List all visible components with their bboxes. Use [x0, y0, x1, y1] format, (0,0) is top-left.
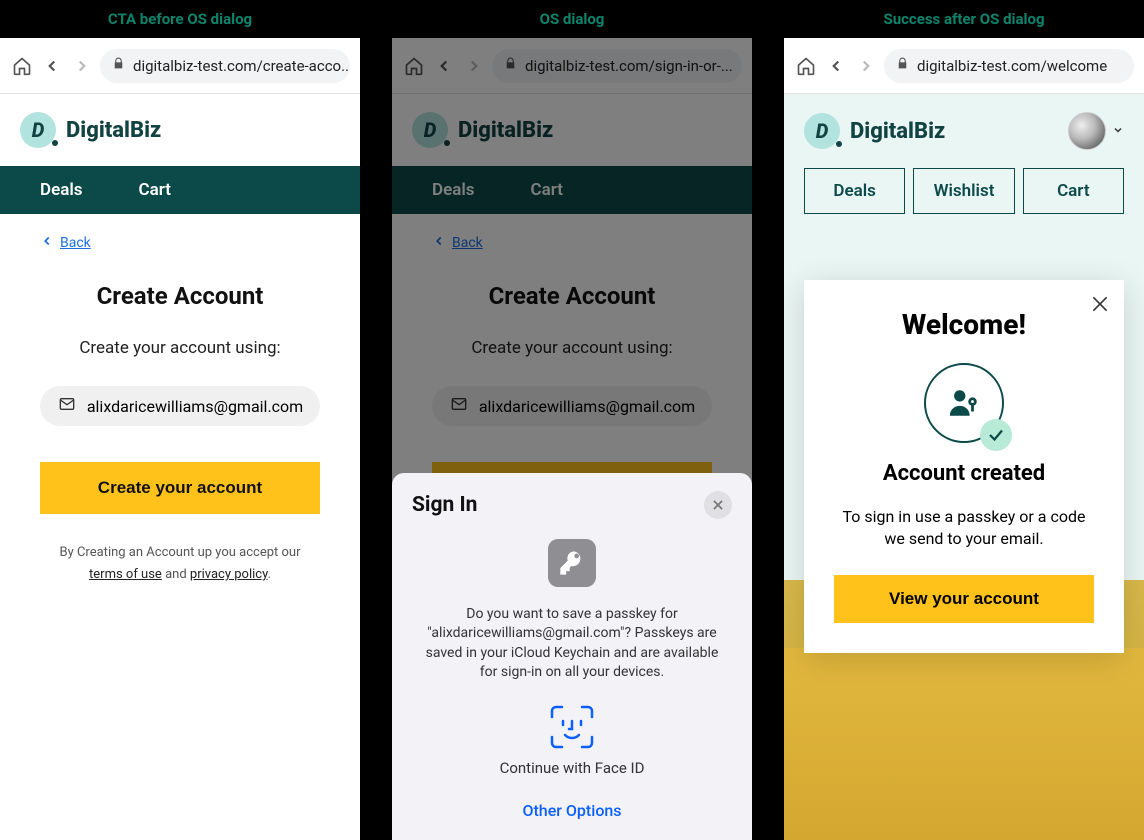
- page-title: Create Account: [40, 282, 320, 310]
- view-account-button[interactable]: View your account: [834, 575, 1094, 623]
- back-link[interactable]: Back: [40, 234, 320, 252]
- other-options-link[interactable]: Other Options: [412, 801, 732, 820]
- url-bar[interactable]: digitalbiz-test.com/create-acco...: [100, 49, 350, 83]
- lock-icon: [112, 57, 125, 74]
- email-text: alixdaricewilliams@gmail.com: [87, 397, 303, 416]
- brand[interactable]: D DigitalBiz: [804, 113, 945, 149]
- caption-s3: Success after OS dialog: [784, 0, 1144, 38]
- close-icon[interactable]: [1090, 294, 1110, 320]
- nav-bar: Deals Cart: [0, 166, 360, 214]
- dialog-body: Do you want to save a passkey for "alixd…: [412, 605, 732, 683]
- faceid-icon: [548, 703, 596, 751]
- url-bar[interactable]: digitalbiz-test.com/welcome: [884, 49, 1134, 83]
- brand-logo-icon: D: [804, 113, 840, 149]
- mail-icon: [57, 396, 77, 416]
- dialog-close-button[interactable]: [704, 491, 732, 519]
- nav-cart[interactable]: Cart: [139, 180, 172, 200]
- tab-deals[interactable]: Deals: [804, 168, 905, 214]
- welcome-card: Welcome! Account created To sign in use …: [804, 280, 1124, 653]
- chevron-left-icon: [40, 234, 54, 252]
- create-account-button[interactable]: Create your account: [40, 462, 320, 514]
- privacy-link[interactable]: privacy policy: [190, 567, 268, 582]
- email-pill: alixdaricewilliams@gmail.com: [40, 386, 320, 426]
- tab-cart[interactable]: Cart: [1023, 168, 1124, 214]
- back-label: Back: [60, 235, 91, 251]
- tab-bar: Deals Wishlist Cart: [784, 168, 1144, 214]
- account-menu[interactable]: [1068, 112, 1124, 150]
- avatar-icon: [1068, 112, 1106, 150]
- brand-name: DigitalBiz: [66, 118, 161, 143]
- back-icon[interactable]: [40, 54, 64, 78]
- brand[interactable]: D DigitalBiz: [20, 112, 161, 148]
- lock-icon: [896, 57, 909, 74]
- back-icon[interactable]: [824, 54, 848, 78]
- checkmark-icon: [980, 419, 1012, 451]
- brand-logo-icon: D: [20, 112, 56, 148]
- welcome-title: Welcome!: [834, 308, 1094, 341]
- app-header: D DigitalBiz: [0, 94, 360, 166]
- nav-deals[interactable]: Deals: [40, 180, 83, 200]
- url-text: digitalbiz-test.com/create-acco...: [133, 57, 350, 75]
- page-subtitle: Create your account using:: [40, 338, 320, 358]
- browser-bar: digitalbiz-test.com/create-acco...: [0, 38, 360, 94]
- home-icon[interactable]: [794, 54, 818, 78]
- welcome-body: To sign in use a passkey or a code we se…: [834, 506, 1094, 551]
- forward-icon[interactable]: [70, 54, 94, 78]
- caption-s1: CTA before OS dialog: [0, 0, 360, 38]
- chevron-down-icon: [1112, 124, 1124, 139]
- passkey-key-icon: [548, 539, 596, 587]
- browser-bar: digitalbiz-test.com/welcome: [784, 38, 1144, 94]
- dialog-title: Sign In: [412, 493, 477, 517]
- brand-name: DigitalBiz: [850, 119, 945, 144]
- legal-text: By Creating an Account up you accept our…: [40, 542, 320, 586]
- account-created-label: Account created: [834, 461, 1094, 486]
- success-icon: [924, 363, 1004, 443]
- url-text: digitalbiz-test.com/welcome: [917, 57, 1107, 75]
- tab-wishlist[interactable]: Wishlist: [913, 168, 1014, 214]
- caption-s2: OS dialog: [392, 0, 752, 38]
- app-header: D DigitalBiz: [784, 94, 1144, 168]
- terms-link[interactable]: terms of use: [89, 567, 162, 582]
- os-passkey-dialog: Sign In Do you want to save a passkey fo…: [392, 473, 752, 840]
- forward-icon[interactable]: [854, 54, 878, 78]
- faceid-label[interactable]: Continue with Face ID: [412, 759, 732, 777]
- home-icon[interactable]: [10, 54, 34, 78]
